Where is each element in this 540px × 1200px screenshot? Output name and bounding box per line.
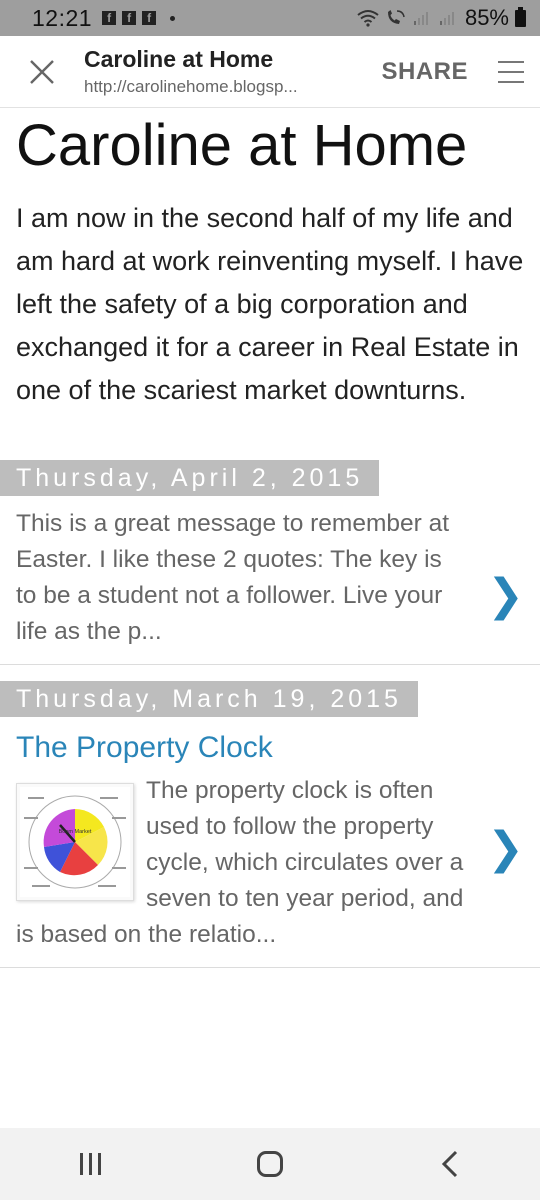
recents-button[interactable]	[50, 1134, 130, 1194]
post-date: Thursday, April 2, 2015	[0, 459, 380, 496]
back-icon	[441, 1150, 458, 1178]
status-right: 85%	[357, 5, 526, 31]
post-item[interactable]: Thursday, March 19, 2015 The Property Cl…	[0, 665, 540, 968]
thumbnail-center-label: Boom Market	[59, 829, 92, 835]
close-icon	[30, 59, 54, 84]
post-body[interactable]: Boom Market The property clock is often …	[0, 765, 540, 953]
wifi-calling-icon	[387, 10, 405, 24]
system-nav-bar	[0, 1128, 540, 1200]
battery-icon	[515, 6, 526, 27]
blog-title[interactable]: Caroline at Home	[0, 108, 540, 179]
share-button[interactable]: SHARE	[363, 58, 486, 86]
post-item[interactable]: Thursday, April 2, 2015 This is a great …	[0, 459, 540, 665]
home-icon	[257, 1151, 283, 1177]
back-button[interactable]	[410, 1134, 490, 1194]
status-time: 12:21	[32, 4, 93, 31]
battery-percent: 85%	[464, 5, 509, 30]
menu-icon-bar	[498, 80, 524, 83]
chevron-right-icon[interactable]: ❯	[487, 570, 524, 621]
menu-button[interactable]	[486, 36, 536, 108]
facebook-icon: f	[122, 11, 137, 25]
property-clock-image: Boom Market	[20, 786, 130, 897]
notification-icons: f f f	[102, 11, 176, 25]
more-notifications-dot-icon	[170, 15, 176, 21]
post-title-link[interactable]: The Property Clock	[0, 717, 540, 765]
blog-content: Caroline at Home I am now in the second …	[0, 108, 540, 968]
chevron-right-icon[interactable]: ❯	[487, 823, 524, 874]
facebook-icon: f	[102, 11, 117, 25]
signal-icon	[413, 12, 428, 25]
close-button[interactable]	[0, 36, 84, 108]
blog-description: I am now in the second half of my life a…	[16, 202, 524, 405]
signal-icon-2	[439, 12, 454, 25]
menu-icon-bar	[498, 60, 524, 63]
post-snippet[interactable]: This is a great message to remember at E…	[0, 496, 540, 650]
home-button[interactable]	[230, 1134, 310, 1194]
toolbar-title: Caroline at Home	[84, 46, 274, 72]
status-bar: 12:21 f f f 85%	[0, 0, 540, 36]
custom-tab-toolbar: Caroline at Home http://carolinehome.blo…	[0, 36, 540, 108]
post-thumbnail[interactable]: Boom Market	[16, 782, 134, 901]
toolbar-url: http://carolinehome.blogsp...	[84, 77, 298, 96]
recents-icon	[79, 1153, 101, 1175]
facebook-icon: f	[142, 11, 157, 25]
menu-icon-bar	[498, 70, 524, 73]
wifi-icon	[357, 10, 379, 27]
toolbar-title-block: Caroline at Home http://carolinehome.blo…	[84, 46, 363, 97]
post-date: Thursday, March 19, 2015	[0, 680, 418, 717]
